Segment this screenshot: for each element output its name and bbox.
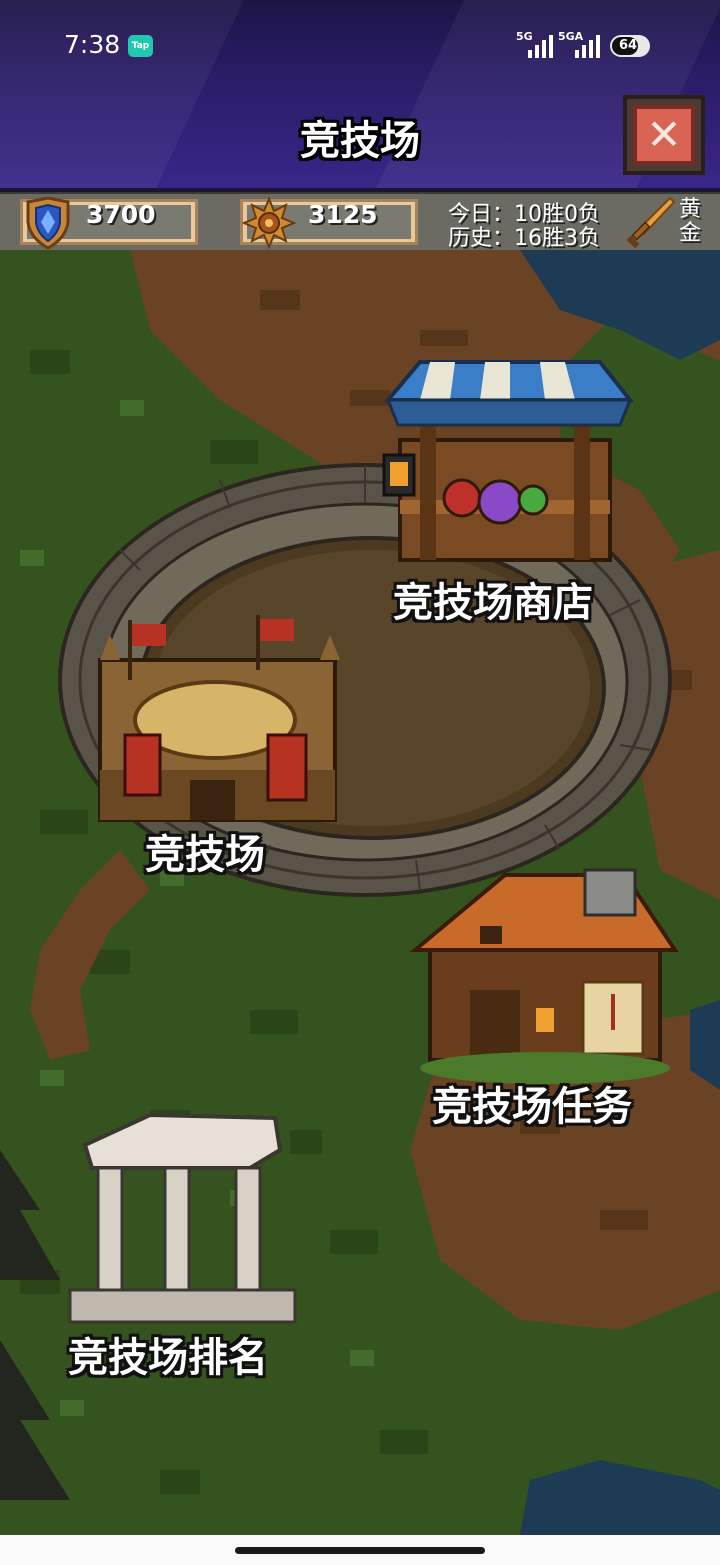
signal-5ga-label: 5GA	[558, 30, 584, 43]
stats-bar: 3700 3125 今日：10胜0负 历史：16胜3负	[0, 192, 720, 254]
arena-quest-label[interactable]: 竞技场任务	[432, 1074, 632, 1132]
tap-app-icon: Tap	[128, 35, 153, 57]
battery-level: 64	[618, 38, 638, 53]
status-time: 7:38	[64, 30, 121, 59]
medal-points-value: 3125	[308, 200, 378, 229]
signal-5ga-icon: 5GA	[558, 30, 602, 58]
shield-icon	[26, 196, 70, 250]
ranking-building-art	[68, 1112, 297, 1324]
arena-map: 竞技场商店 竞技场 竞技场任务 竞技场排名	[0, 250, 720, 1535]
shield-points-value: 3700	[86, 200, 156, 229]
header: 7:38 Tap 5G 5GA 64 竞技场	[0, 0, 720, 188]
signal-5g-icon: 5G	[516, 30, 554, 58]
sword-icon	[626, 196, 676, 249]
battery-icon: 64	[610, 35, 650, 57]
rank-tier: 黄金	[678, 197, 701, 246]
arena-label[interactable]: 竞技场	[145, 822, 265, 880]
history-record: 历史：16胜3负	[448, 226, 600, 251]
medal-icon	[242, 197, 296, 249]
close-button[interactable]: ✕	[623, 95, 705, 175]
home-indicator[interactable]	[235, 1547, 485, 1554]
page-title: 竞技场	[300, 118, 420, 164]
navigation-bar	[0, 1535, 720, 1565]
arena-shop-label[interactable]: 竞技场商店	[393, 570, 593, 628]
close-icon: ✕	[646, 110, 682, 159]
shop-building-art	[382, 360, 635, 562]
signal-5g-label: 5G	[516, 30, 533, 43]
arena-ranking-label[interactable]: 竞技场排名	[68, 1325, 268, 1383]
